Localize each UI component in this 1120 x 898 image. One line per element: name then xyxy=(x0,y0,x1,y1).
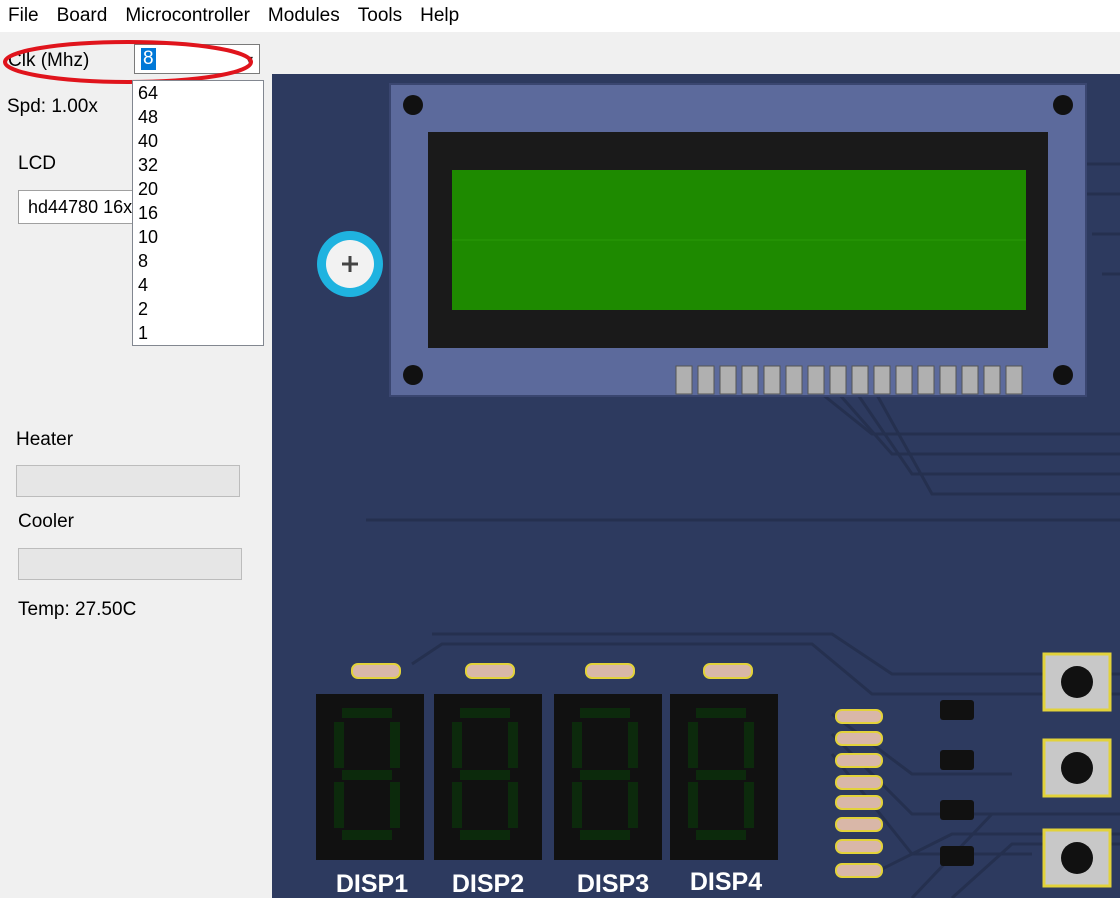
seven-seg-display-2 xyxy=(434,694,542,860)
menu-help[interactable]: Help xyxy=(412,5,469,27)
clk-option[interactable]: 64 xyxy=(138,81,158,105)
clk-option[interactable]: 10 xyxy=(138,225,158,249)
push-button-3[interactable] xyxy=(1042,828,1112,888)
temp-label: Temp: 27.50C xyxy=(18,599,137,620)
clk-option[interactable]: 4 xyxy=(138,273,148,297)
resistors-top xyxy=(351,663,753,679)
clk-option[interactable]: 32 xyxy=(138,153,158,177)
disp2-label: DISP2 xyxy=(452,870,524,898)
heater-label: Heater xyxy=(16,429,74,450)
menu-tools[interactable]: Tools xyxy=(350,5,412,27)
seven-seg-display-1 xyxy=(316,694,424,860)
push-button-1[interactable] xyxy=(1042,652,1112,712)
board-canvas[interactable]: DISP1 DISP2 DISP3 DISP4 xyxy=(272,74,1120,898)
board-drawing: DISP1 DISP2 DISP3 DISP4 xyxy=(316,83,1120,898)
lcd-select[interactable]: hd44780 16x2 xyxy=(18,190,136,224)
menu-modules[interactable]: Modules xyxy=(260,5,350,27)
disp3-label: DISP3 xyxy=(577,870,649,898)
lcd-label: LCD xyxy=(18,153,57,174)
clk-option[interactable]: 2 xyxy=(138,297,148,321)
clk-option[interactable]: 48 xyxy=(138,105,158,129)
menu-bar: File Board Microcontroller Modules Tools… xyxy=(0,0,1120,32)
clk-option[interactable]: 8 xyxy=(138,249,148,273)
menu-file[interactable]: File xyxy=(0,5,49,27)
seven-seg-display-4 xyxy=(670,694,778,860)
speed-label: Spd: 1.00x xyxy=(7,96,98,117)
clk-option[interactable]: 16 xyxy=(138,201,158,225)
clk-option[interactable]: 1 xyxy=(138,321,148,345)
clk-option[interactable]: 40 xyxy=(138,129,158,153)
clk-dropdown-list[interactable]: 64 48 40 32 20 16 10 8 4 2 1 xyxy=(132,80,264,346)
push-button-2[interactable] xyxy=(1042,738,1112,798)
cooler-bar xyxy=(18,548,242,580)
disp4-label: DISP4 xyxy=(690,868,762,896)
lcd-module[interactable] xyxy=(389,83,1087,397)
transistors xyxy=(940,700,974,866)
disp1-label: DISP1 xyxy=(336,870,408,898)
menu-microcontroller[interactable]: Microcontroller xyxy=(117,5,260,27)
cooler-label: Cooler xyxy=(18,511,74,532)
clk-option[interactable]: 20 xyxy=(138,177,158,201)
heater-bar xyxy=(16,465,240,497)
menu-board[interactable]: Board xyxy=(49,5,118,27)
seven-seg-display-3 xyxy=(554,694,662,860)
resistor-column xyxy=(835,709,883,878)
potentiometer-knob[interactable] xyxy=(317,231,383,297)
